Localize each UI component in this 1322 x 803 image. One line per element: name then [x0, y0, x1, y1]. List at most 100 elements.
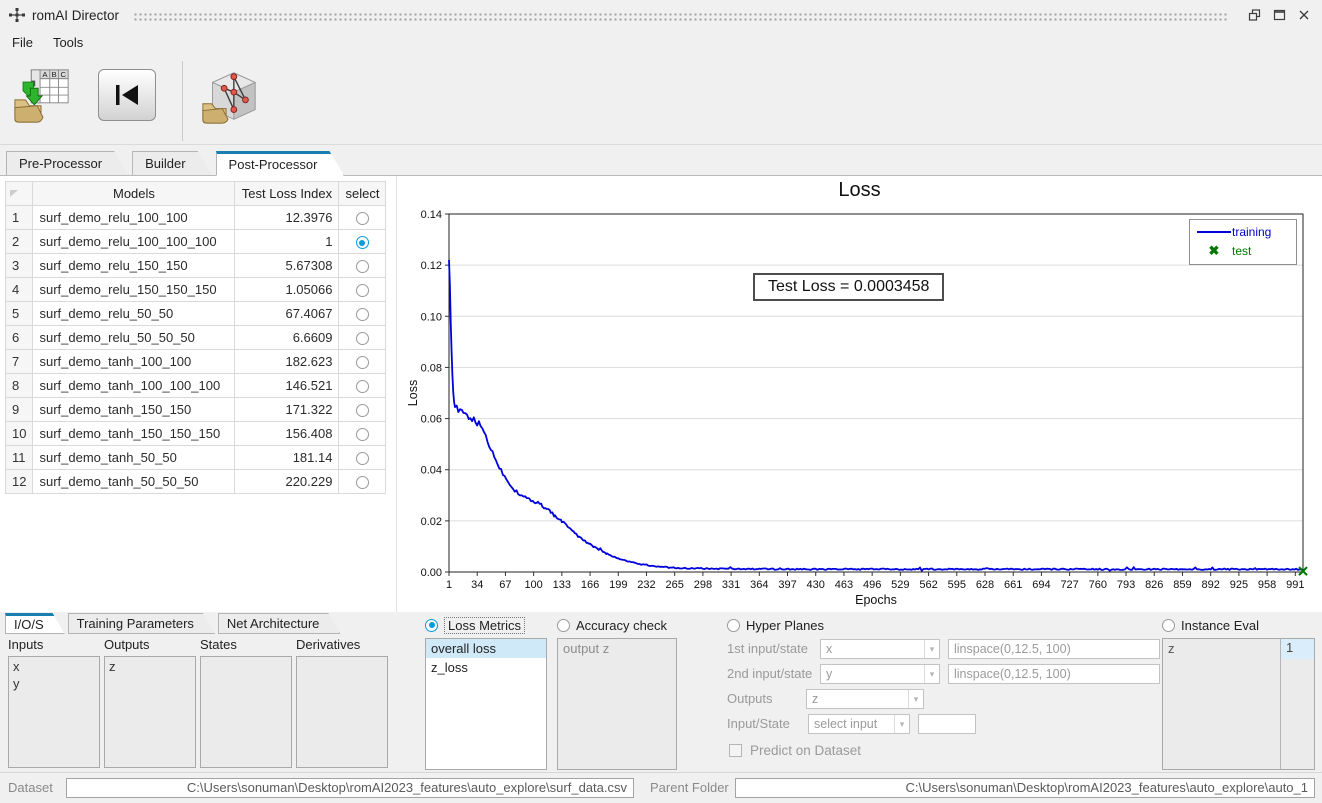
- svg-text:298: 298: [694, 579, 712, 591]
- svg-text:496: 496: [863, 579, 881, 591]
- hp-field-2: linspace(0,12.5, 100): [948, 664, 1160, 684]
- ios-list-outputs[interactable]: z: [104, 656, 196, 768]
- training-line-swatch: [1197, 231, 1231, 233]
- tab-i-o-s[interactable]: I/O/S: [5, 613, 65, 634]
- list-item[interactable]: y: [13, 675, 95, 692]
- table-corner-button[interactable]: [6, 182, 33, 206]
- legend-label-training: training: [1232, 225, 1271, 239]
- skip-to-start-icon: [112, 82, 142, 108]
- select-cell: [339, 350, 386, 374]
- row-number: 7: [6, 350, 33, 374]
- ios-header-states: States: [200, 637, 237, 652]
- model-select-radio[interactable]: [356, 284, 369, 297]
- column-header-select[interactable]: select: [339, 182, 386, 206]
- chevron-down-icon: ▾: [894, 715, 909, 733]
- loss-metrics-radio[interactable]: [425, 619, 438, 632]
- loss-metrics-label: Loss Metrics: [444, 617, 525, 634]
- list-item[interactable]: z: [109, 658, 191, 675]
- title-bar: romAI Director: [0, 0, 1322, 30]
- row-number: 6: [6, 326, 33, 350]
- row-number: 1: [6, 206, 33, 230]
- legend-entry-test: ✖ test: [1196, 241, 1290, 260]
- model-name-cell: surf_demo_tanh_50_50_50: [33, 470, 235, 494]
- model-select-radio[interactable]: [356, 212, 369, 225]
- svg-text:859: 859: [1173, 579, 1191, 591]
- model-select-radio[interactable]: [356, 308, 369, 321]
- hyper-planes-label: Hyper Planes: [746, 618, 824, 633]
- model-select-radio[interactable]: [356, 236, 369, 249]
- tab-builder[interactable]: Builder: [132, 151, 212, 176]
- ios-list-states[interactable]: [200, 656, 292, 768]
- chevron-down-icon: ▾: [908, 690, 923, 708]
- hp-label-1: 1st input/state: [727, 641, 808, 656]
- model-row: 6surf_demo_relu_50_50_506.6609: [6, 326, 386, 350]
- model-select-radio[interactable]: [356, 260, 369, 273]
- dataset-path-field[interactable]: C:\Users\sonuman\Desktop\romAI2023_featu…: [66, 778, 634, 798]
- svg-text:331: 331: [722, 579, 740, 591]
- row-number: 9: [6, 398, 33, 422]
- menu-tools[interactable]: Tools: [53, 35, 83, 50]
- instance-eval-radio[interactable]: [1162, 619, 1175, 632]
- ios-list-inputs[interactable]: xy: [8, 656, 100, 768]
- parent-folder-path-field[interactable]: C:\Users\sonuman\Desktop\romAI2023_featu…: [735, 778, 1315, 798]
- loss-metric-item[interactable]: z_loss: [426, 658, 546, 677]
- ios-header-inputs: Inputs: [8, 637, 43, 652]
- test-loss-index-cell: 67.4067: [235, 302, 339, 326]
- svg-text:1: 1: [446, 579, 452, 591]
- titlebar-drag-handle[interactable]: [133, 11, 1227, 22]
- select-cell: [339, 422, 386, 446]
- instance-eval-var-name: z: [1168, 641, 1175, 656]
- tab-pre-processor[interactable]: Pre-Processor: [6, 151, 129, 176]
- svg-text:133: 133: [553, 579, 571, 591]
- test-loss-index-cell: 12.3976: [235, 206, 339, 230]
- predict-on-dataset-row: Predict on Dataset: [729, 742, 861, 758]
- model-select-radio[interactable]: [356, 404, 369, 417]
- main-tab-bar: Pre-ProcessorBuilderPost-Processor: [0, 146, 1322, 176]
- svg-text:529: 529: [891, 579, 909, 591]
- menu-file[interactable]: File: [12, 35, 33, 50]
- model-select-radio[interactable]: [356, 332, 369, 345]
- test-loss-index-cell: 220.229: [235, 470, 339, 494]
- instance-eval-radio-row: Instance Eval: [1162, 617, 1259, 633]
- close-window-icon[interactable]: [1294, 6, 1314, 24]
- reset-button[interactable]: [98, 69, 156, 121]
- load-model-button[interactable]: [193, 59, 265, 135]
- model-select-radio[interactable]: [356, 356, 369, 369]
- model-select-radio[interactable]: [356, 476, 369, 489]
- ios-header-derivatives: Derivatives: [296, 637, 360, 652]
- model-select-radio[interactable]: [356, 428, 369, 441]
- toolbar-separator: [182, 61, 183, 141]
- svg-text:0.14: 0.14: [421, 209, 442, 221]
- test-loss-index-cell: 5.67308: [235, 254, 339, 278]
- tab-net-architecture[interactable]: Net Architecture: [218, 613, 341, 634]
- chart-title: Loss: [397, 179, 1322, 205]
- column-header-test-loss-index[interactable]: Test Loss Index: [235, 182, 339, 206]
- select-cell: [339, 254, 386, 278]
- row-number: 4: [6, 278, 33, 302]
- model-row: 1surf_demo_relu_100_10012.3976: [6, 206, 386, 230]
- select-cell: [339, 446, 386, 470]
- import-dataset-button[interactable]: A B C: [6, 59, 78, 135]
- list-item[interactable]: x: [13, 658, 95, 675]
- ios-list-derivatives[interactable]: [296, 656, 388, 768]
- accuracy-check-radio[interactable]: [557, 619, 570, 632]
- loss-metrics-radio-row: Loss Metrics: [425, 617, 525, 633]
- model-select-radio[interactable]: [356, 380, 369, 393]
- loss-metric-item[interactable]: overall loss: [426, 639, 546, 658]
- row-number: 8: [6, 374, 33, 398]
- tab-post-processor[interactable]: Post-Processor: [216, 151, 345, 176]
- model-select-radio[interactable]: [356, 452, 369, 465]
- restore-window-icon[interactable]: [1244, 6, 1264, 24]
- model-row: 9surf_demo_tanh_150_150171.322: [6, 398, 386, 422]
- maximize-window-icon[interactable]: [1269, 6, 1289, 24]
- select-cell: [339, 230, 386, 254]
- column-header-models[interactable]: Models: [33, 182, 235, 206]
- tab-training-parameters[interactable]: Training Parameters: [68, 613, 215, 634]
- test-loss-index-cell: 1: [235, 230, 339, 254]
- hyper-planes-radio[interactable]: [727, 619, 740, 632]
- dataset-label: Dataset: [8, 780, 53, 795]
- loss-metrics-list: overall lossz_loss: [425, 638, 547, 770]
- loss-chart-panel: Loss 0.000.020.040.060.080.100.120.14134…: [396, 176, 1322, 612]
- svg-text:463: 463: [835, 579, 853, 591]
- svg-text:562: 562: [919, 579, 937, 591]
